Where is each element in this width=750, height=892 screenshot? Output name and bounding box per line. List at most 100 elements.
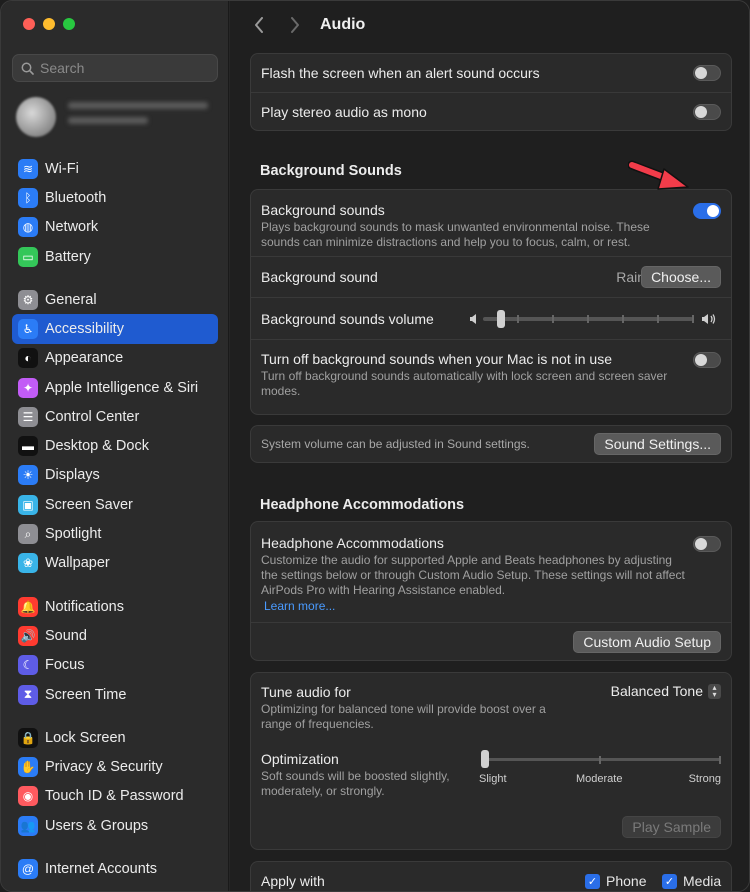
optimization-label: Optimization bbox=[261, 751, 339, 767]
gear-icon: ⚙ bbox=[18, 289, 38, 310]
sidebar-item-accessibility[interactable]: ♿ Accessibility bbox=[12, 314, 218, 344]
chevron-left-icon bbox=[255, 17, 263, 33]
sidebar-item-users-groups[interactable]: 👥 Users & Groups bbox=[12, 811, 218, 840]
search-field[interactable] bbox=[12, 54, 218, 82]
media-checkbox[interactable]: ✓ Media bbox=[662, 873, 721, 889]
search-icon bbox=[21, 62, 34, 75]
page-title: Audio bbox=[320, 16, 366, 33]
background-volume-slider[interactable] bbox=[497, 309, 505, 328]
flash-screen-toggle[interactable] bbox=[693, 65, 721, 81]
sidebar-item-general[interactable]: ⚙ General bbox=[12, 285, 218, 314]
sidebar-item-label: Screen Time bbox=[45, 686, 127, 703]
main-content: Audio Flash the screen when an alert sou… bbox=[230, 1, 749, 891]
tune-audio-popup[interactable]: Balanced Tone ▴ ▾ bbox=[611, 683, 721, 699]
sidebar-item-label: Internet Accounts bbox=[45, 860, 158, 877]
background-volume-tick bbox=[517, 314, 519, 323]
sidebar-item-screen-time[interactable]: ⧗ Screen Time bbox=[12, 680, 218, 709]
background-volume-track bbox=[483, 309, 694, 328]
users-icon: 👥 bbox=[18, 815, 38, 836]
sidebar-item-label: Notifications bbox=[45, 598, 124, 615]
apple-account[interactable] bbox=[16, 95, 221, 139]
sidebar-item-internet-accounts[interactable]: @ Internet Accounts bbox=[12, 854, 218, 883]
background-volume-tick bbox=[657, 314, 659, 323]
hourglass-icon: ⧗ bbox=[18, 684, 38, 705]
optimization-row: Optimization Soft sounds will be boosted… bbox=[251, 741, 731, 811]
choose-sound-button[interactable]: Choose... bbox=[641, 266, 721, 288]
sidebar-item-label: Desktop & Dock bbox=[45, 438, 149, 455]
sidebar-item-wallpaper[interactable]: ❀ Wallpaper bbox=[12, 549, 218, 578]
speaker-icon: 🔊 bbox=[18, 625, 38, 646]
optimization-strong-label: Strong bbox=[688, 773, 721, 785]
background-sounds-toggle[interactable] bbox=[693, 203, 721, 219]
sidebar-item-focus[interactable]: ☾ Focus bbox=[12, 651, 218, 680]
sidebar-item-desktop-dock[interactable]: ▬ Desktop & Dock bbox=[12, 431, 218, 460]
mono-audio-row: Play stereo audio as mono bbox=[251, 92, 731, 130]
toolbar: Audio bbox=[230, 1, 749, 49]
sidebar-item-privacy-security[interactable]: ✋ Privacy & Security bbox=[12, 752, 218, 781]
tune-audio-label: Tune audio for bbox=[261, 684, 351, 700]
alerts-panel: Flash the screen when an alert sound occ… bbox=[250, 53, 732, 131]
sidebar-item-displays[interactable]: ☀ Displays bbox=[12, 461, 218, 490]
sidebar-item-notifications[interactable]: 🔔 Notifications bbox=[12, 592, 218, 621]
sidebar-item-bluetooth[interactable]: ᛒ Bluetooth bbox=[12, 183, 218, 212]
media-label: Media bbox=[683, 873, 722, 889]
close-button[interactable] bbox=[23, 18, 35, 30]
background-volume-tick bbox=[587, 314, 589, 323]
mono-audio-toggle[interactable] bbox=[693, 103, 721, 120]
sidebar-item-touch-id-password[interactable]: ◉ Touch ID & Password bbox=[12, 782, 218, 811]
system-volume-panel: System volume can be adjusted in Sound s… bbox=[250, 425, 732, 463]
sidebar-item-appearance[interactable]: ◐ Appearance bbox=[12, 344, 218, 373]
optimization-tick bbox=[719, 756, 721, 764]
apply-with-row: Apply with ✓ Phone ✓ Media bbox=[251, 862, 731, 891]
window-controls bbox=[23, 18, 75, 30]
turn-off-desc: Turn off background sounds automatically… bbox=[261, 369, 668, 398]
background-sounds-row: Background sounds Plays background sound… bbox=[251, 190, 731, 256]
battery-icon: ▭ bbox=[18, 246, 38, 267]
sidebar-item-label: Appearance bbox=[45, 350, 124, 367]
zoom-button[interactable] bbox=[63, 18, 75, 30]
moon-icon: ☾ bbox=[18, 655, 38, 676]
optimization-slider[interactable] bbox=[481, 750, 489, 768]
sidebar-item-control-center[interactable]: ☰ Control Center bbox=[12, 402, 218, 431]
sidebar-item-wi-fi[interactable]: ≋ Wi-Fi bbox=[12, 154, 218, 183]
sidebar-item-spotlight[interactable]: ⌕ Spotlight bbox=[12, 519, 218, 548]
sidebar-item-battery[interactable]: ▭ Battery bbox=[12, 242, 218, 271]
optimization-slight-label: Slight bbox=[479, 773, 507, 785]
background-sound-row: Background sound Rain Choose... bbox=[251, 256, 731, 297]
wallpaper-icon: ❀ bbox=[18, 553, 38, 574]
headphone-row: Headphone Accommodations Customize the a… bbox=[251, 522, 731, 622]
sidebar-group: @ Internet Accounts bbox=[12, 854, 218, 883]
settings-window: ≋ Wi-Fi ᛒ Bluetooth ◍ Network ▭ Battery ⚙ General… bbox=[0, 0, 750, 892]
sidebar-item-sound[interactable]: 🔊 Sound bbox=[12, 621, 218, 650]
account-name-redacted bbox=[68, 102, 208, 132]
background-volume-label: Background sounds volume bbox=[261, 310, 434, 327]
dock-icon: ▬ bbox=[18, 436, 38, 457]
turn-off-toggle[interactable] bbox=[693, 352, 721, 368]
sidebar-item-label: Battery bbox=[45, 248, 91, 265]
appearance-icon: ◐ bbox=[18, 348, 38, 369]
bell-icon: 🔔 bbox=[18, 596, 38, 617]
learn-more-link[interactable]: Learn more... bbox=[264, 599, 691, 613]
sidebar-item-apple-intelligence-siri[interactable]: ✦ Apple Intelligence & Siri bbox=[12, 373, 218, 402]
background-volume-tick bbox=[622, 314, 624, 323]
sidebar-item-lock-screen[interactable]: 🔒 Lock Screen bbox=[12, 723, 218, 752]
minimize-button[interactable] bbox=[43, 18, 55, 30]
phone-label: Phone bbox=[606, 873, 647, 889]
play-sample-button[interactable]: Play Sample bbox=[622, 816, 721, 838]
phone-checkbox[interactable]: ✓ Phone bbox=[585, 873, 646, 889]
bluetooth-icon: ᛒ bbox=[18, 187, 38, 208]
sidebar-item-network[interactable]: ◍ Network bbox=[12, 213, 218, 242]
sidebar-item-label: Wallpaper bbox=[45, 555, 110, 572]
fingerprint-icon: ◉ bbox=[18, 786, 38, 807]
sidebar-item-label: General bbox=[45, 291, 97, 308]
lock-icon: 🔒 bbox=[18, 727, 38, 748]
search-input[interactable] bbox=[40, 60, 210, 76]
custom-audio-setup-button[interactable]: Custom Audio Setup bbox=[573, 630, 721, 653]
sidebar-item-screen-saver[interactable]: ▣ Screen Saver bbox=[12, 490, 218, 519]
sound-settings-button[interactable]: Sound Settings... bbox=[594, 433, 721, 455]
back-button[interactable] bbox=[244, 10, 274, 40]
sidebar-item-label: Spotlight bbox=[45, 526, 102, 543]
sun-icon: ☀ bbox=[18, 465, 38, 486]
forward-button[interactable] bbox=[280, 10, 310, 40]
headphone-toggle[interactable] bbox=[693, 536, 721, 552]
